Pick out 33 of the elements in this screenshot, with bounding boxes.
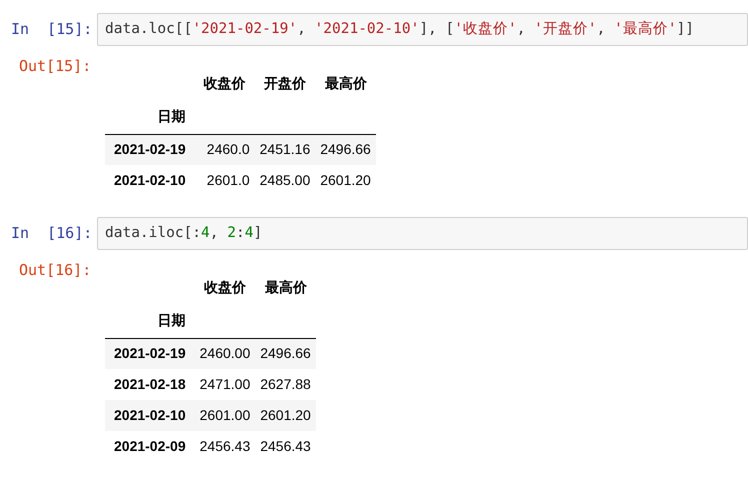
output-prompt: Out[15]: <box>18 56 92 77</box>
row-index: 2021-02-19 <box>105 134 195 165</box>
row-index: 2021-02-19 <box>105 338 195 369</box>
column-header: 最高价 <box>264 278 308 297</box>
table-cell: 2451.16 <box>254 134 316 165</box>
column-header: 收盘价 <box>203 278 248 297</box>
table-cell: 2496.66 <box>315 134 376 165</box>
table-cell: 2627.88 <box>255 369 316 400</box>
table-cell: 2471.00 <box>194 369 256 400</box>
input-prompt: In [15]: <box>10 19 94 40</box>
table-cell: 2456.43 <box>194 431 256 462</box>
code-input[interactable]: data.iloc[:4, 2:4] <box>97 217 748 250</box>
row-index: 2021-02-18 <box>105 369 195 400</box>
row-index: 2021-02-10 <box>105 400 195 431</box>
row-index: 2021-02-10 <box>105 165 195 196</box>
column-header: 收盘价 <box>202 74 247 93</box>
table-cell: 2601.20 <box>255 400 316 431</box>
index-header: 日期 <box>105 100 195 134</box>
row-index: 2021-02-09 <box>105 431 195 462</box>
code-input[interactable]: data.loc[['2021-02-19', '2021-02-10'], ['收盘价', '开盘价', '最高价']] <box>97 13 748 46</box>
output-prompt: Out[16]: <box>18 260 92 281</box>
table-cell: 2485.00 <box>254 165 316 196</box>
table-cell: 2601.0 <box>194 165 255 196</box>
table-cell: 2601.20 <box>315 165 376 196</box>
table-cell: 2496.66 <box>255 338 316 369</box>
column-header: 开盘价 <box>263 74 308 93</box>
table-cell: 2456.43 <box>255 431 316 462</box>
table-cell: 2460.0 <box>194 134 255 165</box>
column-header: 最高价 <box>324 74 368 93</box>
table-cell: 2460.00 <box>194 338 256 369</box>
index-header: 日期 <box>105 304 195 338</box>
input-prompt: In [16]: <box>10 223 94 244</box>
table-cell: 2601.00 <box>194 400 256 431</box>
